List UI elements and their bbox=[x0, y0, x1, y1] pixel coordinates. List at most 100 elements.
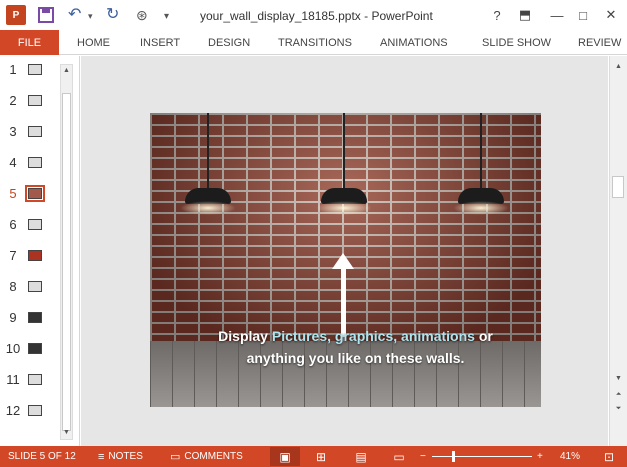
slide-number: 12 bbox=[5, 403, 21, 418]
slide-counter: SLIDE 5 OF 12 bbox=[8, 451, 76, 462]
slide-thumbnail-image-selected[interactable] bbox=[25, 185, 45, 202]
tab-review[interactable]: REVIEW bbox=[578, 30, 621, 55]
slide-number: 7 bbox=[9, 248, 17, 263]
slide-number: 2 bbox=[9, 93, 17, 108]
scroll-down-icon[interactable]: ▼ bbox=[612, 372, 625, 385]
slide-thumbnail-12[interactable]: 12 bbox=[0, 401, 60, 421]
ribbon-display-options-icon[interactable]: ⬒ bbox=[514, 4, 536, 26]
zoom-slider-knob[interactable] bbox=[452, 451, 455, 462]
notes-icon: ≡ bbox=[98, 450, 105, 463]
scroll-up-icon[interactable]: ▲ bbox=[61, 65, 72, 77]
slide-text-highlight: Pictures, graphics, animations bbox=[271, 328, 475, 344]
scrollbar-thumb[interactable] bbox=[62, 93, 71, 431]
slide-number: 10 bbox=[5, 341, 21, 356]
slide-thumbnail-5[interactable]: 5 bbox=[0, 184, 60, 204]
slide-thumbnail-4[interactable]: 4 bbox=[0, 153, 60, 173]
tab-transitions[interactable]: TRANSITIONS bbox=[278, 30, 352, 55]
title-bar: P ↶ ▾ ↻ ⊛ ▾ your_wall_display_18185.pptx… bbox=[0, 0, 627, 30]
slide-number: 8 bbox=[9, 279, 17, 294]
slide-number: 9 bbox=[9, 310, 17, 325]
slide-thumbnail-10[interactable]: 10 bbox=[0, 339, 60, 359]
tab-animations[interactable]: ANIMATIONS bbox=[380, 30, 448, 55]
tab-design[interactable]: DESIGN bbox=[208, 30, 250, 55]
maximize-icon[interactable]: □ bbox=[572, 4, 594, 26]
slide-thumbnail-2[interactable]: 2 bbox=[0, 91, 60, 111]
tab-home[interactable]: HOME bbox=[77, 30, 110, 55]
close-icon[interactable]: ✕ bbox=[600, 4, 622, 26]
slide-thumbnail-image[interactable] bbox=[28, 64, 42, 75]
thumbnail-scrollbar[interactable]: ▲ ▼ bbox=[60, 64, 73, 440]
powerpoint-window: P ↶ ▾ ↻ ⊛ ▾ your_wall_display_18185.pptx… bbox=[0, 0, 627, 467]
window-title: your_wall_display_18185.pptx - PowerPoin… bbox=[200, 9, 433, 23]
slide-number: 11 bbox=[6, 372, 20, 387]
lamp-light bbox=[453, 201, 509, 215]
slide-thumbnail-7[interactable]: 7 bbox=[0, 246, 60, 266]
undo-icon[interactable]: ↶ bbox=[68, 4, 81, 24]
ribbon-tabs: FILE HOME INSERT DESIGN TRANSITIONS ANIM… bbox=[0, 30, 627, 55]
editor-scrollbar[interactable]: ▲ ▼ ⏶ ⏷ bbox=[609, 56, 627, 446]
slide-thumbnail-image[interactable] bbox=[28, 405, 42, 416]
comments-button[interactable]: ▭ COMMENTS bbox=[170, 446, 243, 467]
slide-number: 1 bbox=[9, 62, 17, 77]
fit-slide-to-window-icon[interactable]: ⊡ bbox=[594, 447, 624, 466]
slide-text-line-2: anything you like on these walls. bbox=[246, 350, 465, 366]
slide-text-line-1: Display Pictures, graphics, animations o… bbox=[190, 325, 521, 347]
save-icon[interactable] bbox=[38, 7, 54, 23]
lamp-light bbox=[316, 201, 372, 215]
slide-thumbnail-image[interactable] bbox=[28, 157, 42, 168]
lamp-cord bbox=[207, 113, 209, 188]
lamp-light bbox=[180, 201, 236, 215]
slide-thumbnail-image[interactable] bbox=[28, 281, 42, 292]
next-slide-icon[interactable]: ⏷ bbox=[612, 402, 625, 415]
slide-text-suffix: or bbox=[474, 328, 493, 344]
previous-slide-icon[interactable]: ⏶ bbox=[612, 388, 625, 401]
slide-number: 5 bbox=[9, 186, 17, 201]
slide-text-box[interactable]: Display Pictures, graphics, animations o… bbox=[190, 325, 521, 369]
scroll-up-icon[interactable]: ▲ bbox=[612, 60, 625, 73]
zoom-level[interactable]: 41% bbox=[560, 446, 580, 467]
slide-thumbnail-image[interactable] bbox=[28, 126, 42, 137]
reading-view-icon[interactable]: ▤ bbox=[346, 447, 376, 466]
slide-thumbnail-3[interactable]: 3 bbox=[0, 122, 60, 142]
slide-number: 4 bbox=[9, 155, 17, 170]
slide-thumbnail-image[interactable] bbox=[28, 374, 42, 385]
notes-button[interactable]: ≡ NOTES bbox=[98, 446, 143, 467]
slide-editing-area: Display Pictures, graphics, animations o… bbox=[81, 56, 608, 446]
slide-thumbnail-6[interactable]: 6 bbox=[0, 215, 60, 235]
slide-thumbnail-1[interactable]: 1 bbox=[0, 60, 60, 80]
scroll-down-icon[interactable]: ▼ bbox=[61, 427, 72, 439]
tab-file[interactable]: FILE bbox=[0, 30, 59, 55]
help-icon[interactable]: ? bbox=[486, 4, 508, 26]
slide-thumbnail-image[interactable] bbox=[28, 219, 42, 230]
start-presentation-icon[interactable]: ⊛ bbox=[136, 5, 148, 25]
slide-sorter-view-icon[interactable]: ⊞ bbox=[306, 447, 336, 466]
slide-show-view-icon[interactable]: ▭ bbox=[384, 447, 414, 466]
lamp-cord bbox=[343, 113, 345, 188]
powerpoint-logo-icon[interactable]: P bbox=[6, 5, 26, 25]
customize-quick-access-icon[interactable]: ▾ bbox=[164, 6, 169, 26]
current-slide[interactable]: Display Pictures, graphics, animations o… bbox=[150, 113, 541, 407]
comment-icon: ▭ bbox=[170, 451, 181, 463]
slide-thumbnail-image[interactable] bbox=[28, 95, 42, 106]
normal-view-icon[interactable]: ▣ bbox=[270, 447, 300, 466]
slide-thumbnail-image[interactable] bbox=[28, 312, 42, 323]
zoom-in-button[interactable]: + bbox=[537, 446, 543, 467]
tab-insert[interactable]: INSERT bbox=[140, 30, 180, 55]
status-bar: SLIDE 5 OF 12 ≡ NOTES ▭ COMMENTS ▣ ⊞ ▤ ▭… bbox=[0, 446, 627, 467]
slide-thumbnail-image[interactable] bbox=[28, 250, 42, 261]
slide-thumbnail-11[interactable]: 11 bbox=[0, 370, 60, 390]
slide-thumbnail-9[interactable]: 9 bbox=[0, 308, 60, 328]
slide-thumbnail-pane: 1 2 3 4 5 6 7 8 9 10 11 12 ▲ ▼ bbox=[0, 56, 80, 446]
tab-slide-show[interactable]: SLIDE SHOW bbox=[482, 30, 551, 55]
slide-text-prefix: Display bbox=[218, 328, 272, 344]
slide-thumbnail-image[interactable] bbox=[28, 343, 42, 354]
lamp-cord bbox=[480, 113, 482, 188]
scrollbar-thumb[interactable] bbox=[612, 176, 624, 198]
minimize-icon[interactable]: — bbox=[546, 4, 568, 26]
comments-label: COMMENTS bbox=[184, 451, 243, 462]
slide-thumbnail-8[interactable]: 8 bbox=[0, 277, 60, 297]
undo-dropdown-icon[interactable]: ▾ bbox=[88, 6, 93, 26]
zoom-slider-track[interactable] bbox=[432, 456, 532, 457]
redo-icon[interactable]: ↻ bbox=[106, 4, 119, 24]
zoom-out-button[interactable]: − bbox=[420, 446, 426, 467]
